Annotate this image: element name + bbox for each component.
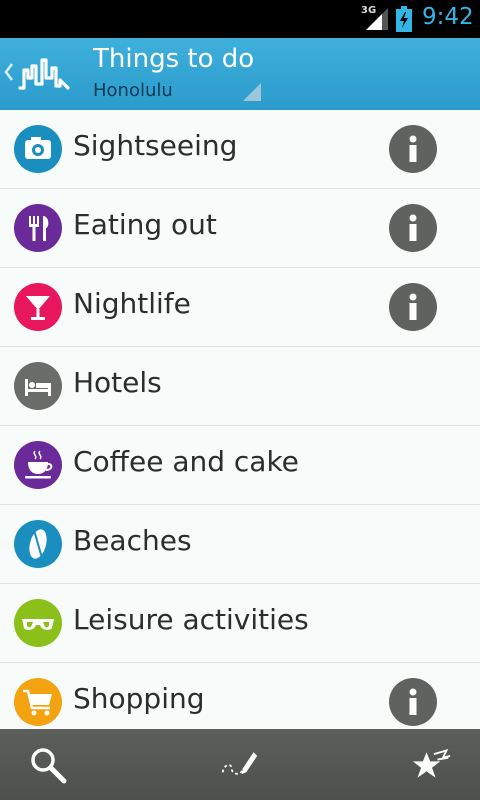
cutlery-icon [14, 204, 62, 252]
signal-icon [366, 8, 388, 30]
sunglasses-icon [14, 599, 62, 647]
up-navigation-icon[interactable] [3, 60, 15, 84]
bed-icon [14, 362, 62, 410]
battery-charging-icon [396, 6, 412, 32]
screen-title: Things to do [93, 44, 255, 74]
shopping-cart-icon [14, 678, 62, 726]
camera-icon [14, 125, 62, 173]
list-item-label: Sightseeing [73, 129, 238, 162]
list-item[interactable]: Shopping [0, 663, 480, 730]
surfboard-icon [14, 520, 62, 568]
list-item[interactable]: Nightlife [0, 268, 480, 347]
category-list[interactable]: Sightseeing Eating out Nightlife Hotels Coff… [0, 110, 480, 730]
list-item-label: Eating out [73, 208, 217, 241]
info-icon[interactable] [389, 283, 437, 331]
app-logo-icon[interactable] [18, 56, 70, 92]
list-item[interactable]: Eating out [0, 189, 480, 268]
route-pen-icon[interactable] [219, 745, 259, 785]
search-icon[interactable] [28, 745, 68, 785]
dropdown-corner-icon[interactable] [243, 83, 261, 101]
list-item-label: Leisure activities [73, 603, 309, 636]
favorites-stars-icon[interactable] [412, 745, 452, 785]
list-item[interactable]: Hotels [0, 347, 480, 426]
list-item-label: Shopping [73, 682, 205, 715]
location-selector[interactable]: Honolulu [93, 80, 173, 101]
action-bar: Things to do Honolulu [0, 38, 480, 110]
info-icon[interactable] [389, 204, 437, 252]
list-item-label: Hotels [73, 366, 162, 399]
list-item[interactable]: Coffee and cake [0, 426, 480, 505]
info-icon[interactable] [389, 678, 437, 726]
cocktail-icon [14, 283, 62, 331]
list-item-label: Nightlife [73, 287, 191, 320]
list-item-label: Coffee and cake [73, 445, 299, 478]
list-item[interactable]: Leisure activities [0, 584, 480, 663]
status-bar: 3G 9:42 [0, 0, 480, 38]
bottom-toolbar [0, 729, 480, 800]
info-icon[interactable] [389, 125, 437, 173]
list-item[interactable]: Sightseeing [0, 110, 480, 189]
clock: 9:42 [422, 4, 474, 30]
coffee-cup-icon [14, 441, 62, 489]
list-item[interactable]: Beaches [0, 505, 480, 584]
list-item-label: Beaches [73, 524, 192, 557]
